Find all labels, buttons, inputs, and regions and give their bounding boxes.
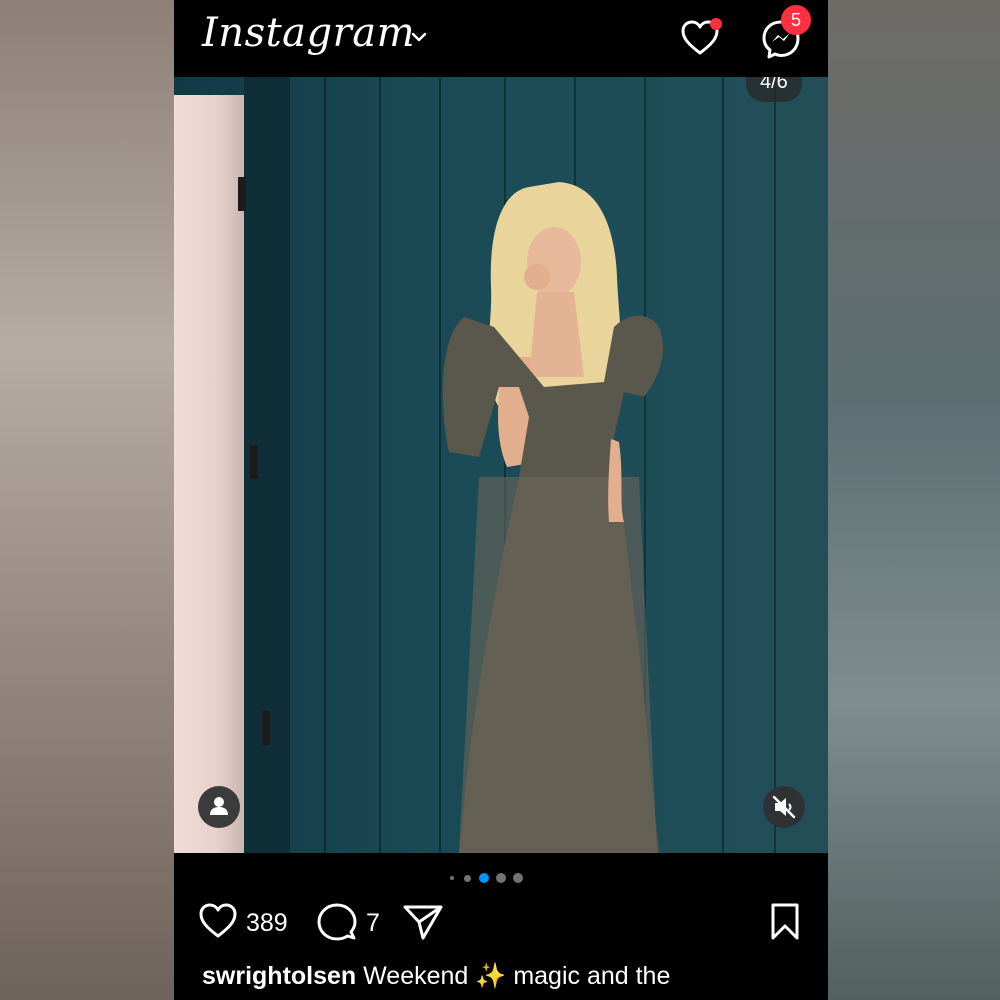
tagged-users-button[interactable]	[198, 786, 240, 828]
door-hinge	[238, 177, 246, 211]
instagram-screen: Instagram 5 4/6 389 7 swrightolsen Weeke…	[174, 0, 828, 1000]
carousel-counter: 4/6	[746, 77, 802, 102]
carousel-dot	[496, 873, 506, 883]
wall-plank-line	[722, 77, 724, 853]
door-hinge	[250, 445, 258, 479]
carousel-dot	[464, 875, 471, 882]
blurred-background-left	[0, 0, 174, 1000]
share-icon[interactable]	[402, 903, 444, 941]
speaker-muted-icon	[772, 795, 796, 819]
person-icon	[210, 797, 228, 815]
mute-button[interactable]	[763, 786, 805, 828]
comments-count[interactable]: 7	[366, 909, 380, 938]
top-bar: Instagram 5	[174, 0, 828, 76]
like-heart-icon[interactable]	[198, 902, 238, 940]
door-hinge	[262, 711, 270, 745]
post-actions: 389 7	[174, 900, 828, 946]
carousel-dot-active	[479, 873, 489, 883]
messages-badge: 5	[781, 5, 811, 35]
post-caption: swrightolsen Weekend ✨ magic and the	[202, 962, 812, 991]
caption-text: Weekend ✨ magic and the	[363, 962, 671, 990]
wall-plank-line	[774, 77, 776, 853]
chevron-down-icon[interactable]	[410, 30, 428, 44]
comment-icon[interactable]	[317, 902, 357, 942]
bookmark-icon[interactable]	[769, 902, 801, 942]
door	[174, 95, 244, 853]
post-image[interactable]: 4/6	[174, 77, 828, 853]
instagram-logo[interactable]: Instagram	[202, 10, 415, 56]
carousel-dot	[450, 876, 454, 880]
caption-username[interactable]: swrightolsen	[202, 962, 356, 990]
wall-plank-line	[379, 77, 381, 853]
woman-in-floral-dress	[442, 182, 664, 853]
blurred-background-right	[828, 0, 1000, 1000]
likes-count[interactable]: 389	[246, 909, 288, 938]
notification-dot	[710, 18, 722, 30]
carousel-dot	[513, 873, 523, 883]
wall-plank-line	[324, 77, 326, 853]
